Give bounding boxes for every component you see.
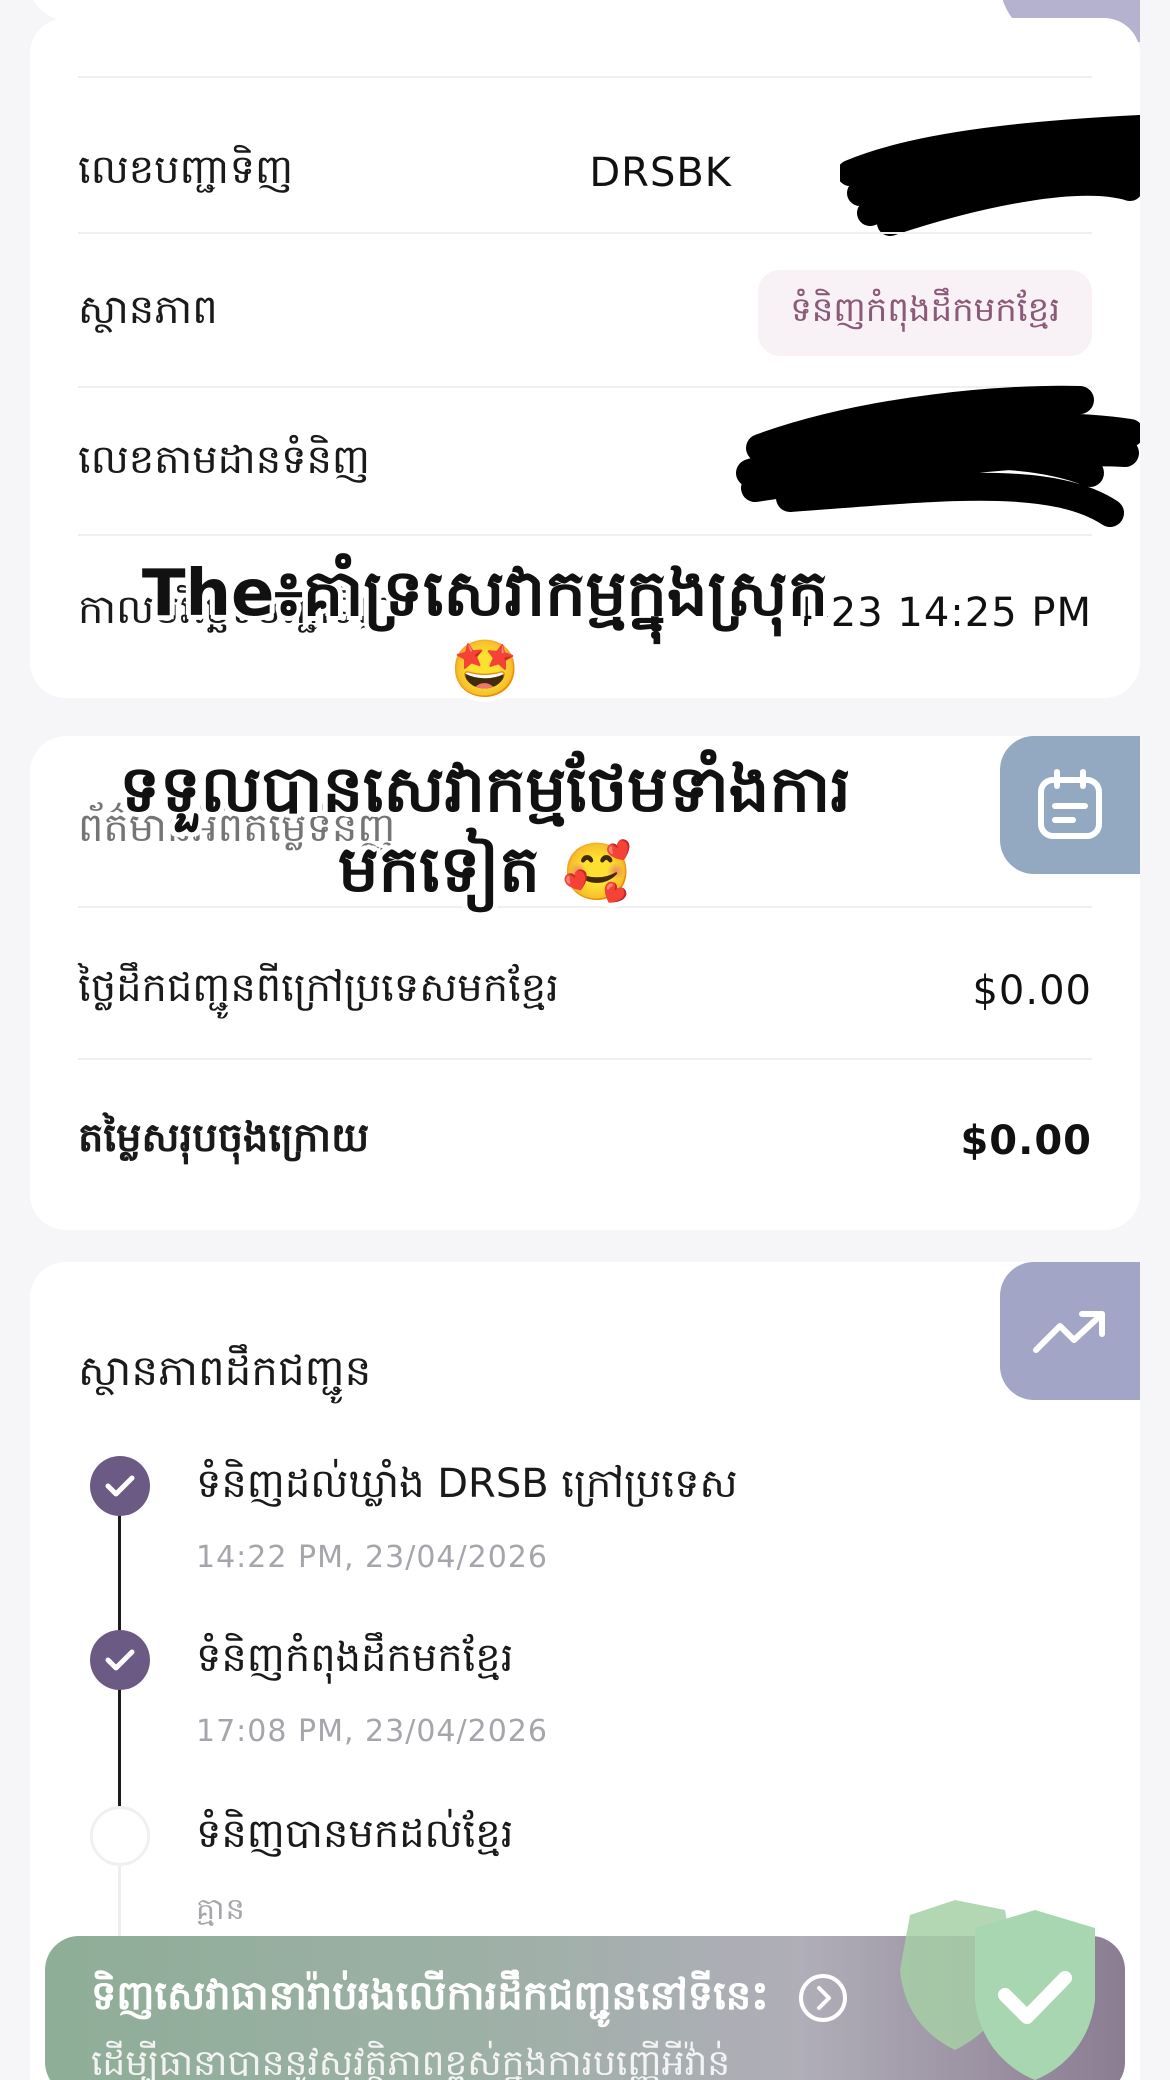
- step-time: 14:22 PM, 23/04/2026: [196, 1540, 548, 1575]
- step-time: 17:08 PM, 23/04/2026: [196, 1714, 548, 1749]
- shipping-status-title: ស្ថានភាពដឹកជញ្ជូន: [78, 1346, 372, 1395]
- total-row: តម្លៃសរុបចុងក្រោយ $0.00: [78, 1096, 1092, 1186]
- shipping-fee-label: ថ្លៃដឹកជញ្ជូនពីក្រៅប្រទេសមកខ្មែរ: [78, 964, 559, 1011]
- shipping-fee-value: $0.00: [972, 968, 1092, 1014]
- trending-up-icon: [1033, 1311, 1105, 1353]
- divider: [78, 76, 1092, 78]
- banner-title-text: ទិញសេវាធានារ៉ាប់រងលើការដឹកជញ្ជូននៅទីនេះ: [91, 1973, 769, 2019]
- step-status-dot: [90, 1630, 150, 1690]
- divider: [78, 232, 1092, 234]
- tracking-label: លេខតាមដានទំនិញ: [78, 436, 370, 483]
- chevron-right-circle-icon: [798, 1974, 847, 2022]
- step-title: ទំនិញបានមកដល់ខ្មែរ: [196, 1811, 514, 1857]
- redaction-scribble: [840, 115, 1140, 236]
- overlay-caption-line1: The៖គាំទ្រសេវាកម្មក្នុងស្រុក: [0, 556, 970, 633]
- status-row: ស្ថានភាព ទំនិញកំពុងដឹកមកខ្មែរ: [78, 268, 1092, 358]
- step-title: ទំនិញកំពុងដឹកមកខ្មែរ: [196, 1635, 514, 1681]
- step-status-dot: [90, 1456, 150, 1516]
- step-status-dot: [90, 1806, 150, 1866]
- overlay-caption-line2: ទទួលបានសេវាកម្មថែមទាំងការ: [0, 752, 970, 829]
- shield-check-icon: [900, 1900, 1095, 2080]
- banner-subtitle: ដើម្បីធានាបាននូវសុវត្ថិភាពខ្ពស់ក្នុងការប…: [91, 2043, 731, 2080]
- divider: [78, 534, 1092, 536]
- overlay-line1-text: The៖គាំទ្រសេវាកម្មក្នុងស្រុក: [141, 557, 829, 631]
- status-badge: ទំនិញកំពុងដឹកមកខ្មែរ: [758, 270, 1092, 356]
- divider: [78, 1058, 1092, 1060]
- step-title: ទំនិញដល់ឃ្លាំង DRSB ក្រៅប្រទេស: [196, 1461, 738, 1507]
- overlay-caption-line3: មកទៀត 🥰: [0, 832, 970, 909]
- check-icon: [105, 1649, 135, 1671]
- shipping-status-header: ស្ថានភាពដឹកជញ្ជូន: [78, 1330, 1092, 1420]
- overlay-emoji-1: 🤩: [0, 636, 970, 703]
- top-card-fragment: [30, 0, 1140, 20]
- smiling-hearts-emoji: 🥰: [562, 840, 632, 905]
- shipping-corner-badge[interactable]: [1000, 1262, 1140, 1400]
- check-icon: [105, 1475, 135, 1497]
- overlay-line2-text: ទទួលបានសេវាកម្មថែមទាំងការ: [119, 753, 851, 827]
- banner-title: ទិញសេវាធានារ៉ាប់រងលើការដឹកជញ្ជូននៅទីនេះ: [91, 1970, 849, 2029]
- overlay-line3-text: មកទៀត: [338, 833, 540, 907]
- fee-corner-badge[interactable]: [1000, 736, 1140, 874]
- star-struck-emoji: 🤩: [450, 637, 520, 702]
- redaction-scribble: [736, 385, 1140, 527]
- shipping-fee-row: ថ្លៃដឹកជញ្ជូនពីក្រៅប្រទេសមកខ្មែរ $0.00: [78, 946, 1092, 1036]
- total-label: តម្លៃសរុបចុងក្រោយ: [78, 1114, 370, 1161]
- calendar-icon: [1038, 769, 1102, 839]
- order-number-label: លេខបញ្ជាទិញ: [78, 146, 294, 193]
- step-time: គ្មាន: [196, 1892, 246, 1927]
- status-label: ស្ថានភាព: [78, 286, 218, 333]
- order-number-value: DRSBK: [589, 150, 732, 196]
- total-value: $0.00: [960, 1118, 1092, 1164]
